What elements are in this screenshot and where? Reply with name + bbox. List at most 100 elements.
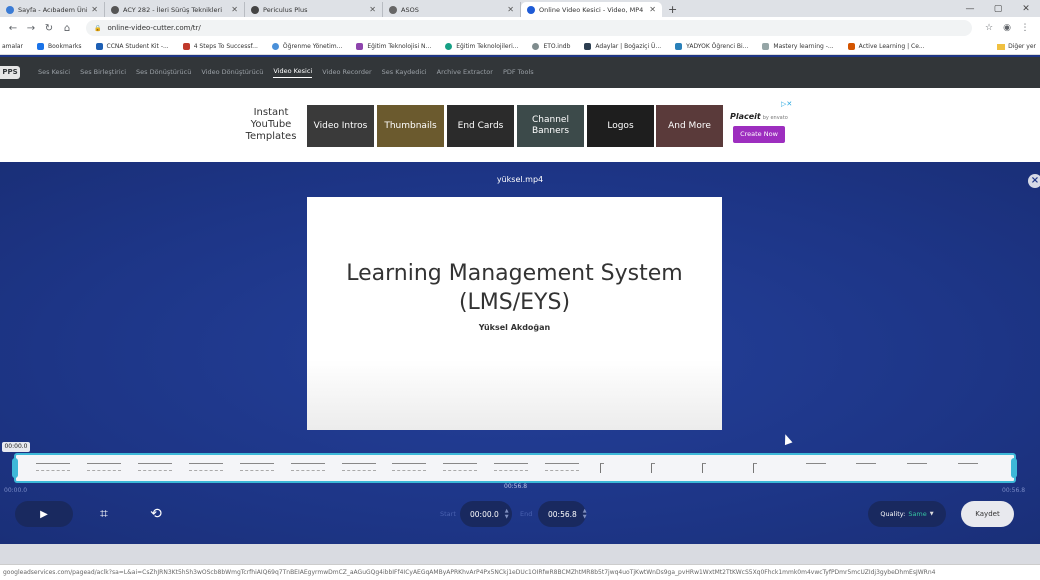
back-icon[interactable]: ← [6, 23, 20, 34]
trim-start-handle[interactable] [12, 458, 18, 478]
timeline-frame [342, 463, 376, 471]
url-text: online-video-cutter.com/tr/ [107, 24, 201, 32]
stepper-icon[interactable]: ▲ ▼ [505, 508, 509, 520]
nav-video-recorder[interactable]: Video Recorder [322, 68, 371, 78]
url-input[interactable]: 🔒 online-video-cutter.com/tr/ [86, 20, 972, 36]
page-icon [584, 43, 592, 50]
tab-close-icon[interactable]: ✕ [91, 5, 98, 14]
cisco-icon [95, 43, 103, 50]
maximize-icon[interactable]: ▢ [984, 4, 1012, 14]
reload-icon[interactable]: ↻ [42, 23, 56, 34]
ad-tile[interactable]: Logos [587, 105, 654, 147]
site-nav: PPS Ses Kesici Ses Birleştirici Ses Dönü… [0, 57, 1040, 88]
bookmark-item[interactable]: 4 Steps To Successf... [182, 43, 258, 50]
home-icon[interactable]: ⌂ [60, 23, 74, 34]
bookmark-item[interactable]: Bookmarks [37, 43, 82, 50]
slide-title-line: Learning Management System [346, 261, 683, 286]
browser-tab[interactable]: Sayfa - Acıbadem Üniversite ✕ [0, 2, 105, 17]
timeline[interactable] [14, 453, 1016, 483]
nav-archive-extractor[interactable]: Archive Extractor [437, 68, 493, 78]
forward-icon[interactable]: → [24, 23, 38, 34]
nav-pdf-tools[interactable]: PDF Tools [503, 68, 534, 78]
trim-end-handle[interactable] [1011, 458, 1017, 478]
crop-button[interactable]: ⌗ [83, 501, 125, 527]
timeline-frame [138, 463, 172, 471]
browser-tab-active[interactable]: Online Video Kesici - Video, MP4 ✕ [521, 2, 662, 17]
start-label: Start [440, 510, 456, 518]
ad-tile[interactable]: End Cards [447, 105, 514, 147]
tab-title: Periculus Plus [263, 5, 308, 14]
ad-tile[interactable]: Channel Banners [517, 105, 584, 147]
tab-close-icon[interactable]: ✕ [507, 5, 514, 14]
end-time-input[interactable]: 00:56.8 ▲ ▼ [538, 501, 587, 527]
nav-audio-joiner[interactable]: Ses Birleştirici [80, 68, 126, 78]
close-icon[interactable]: × [1028, 174, 1040, 188]
browser-tab[interactable]: ASOS ✕ [383, 2, 521, 17]
rotate-button[interactable]: ⟲ [135, 501, 177, 527]
save-button[interactable]: Kaydet [961, 501, 1014, 527]
quality-select[interactable]: Quality: Same ▼ [868, 501, 946, 527]
slide-author: Yüksel Akdoğan [478, 323, 551, 332]
ad-tile[interactable]: Thumbnails [377, 105, 444, 147]
address-bar: ← → ↻ ⌂ 🔒 online-video-cutter.com/tr/ ☆ … [0, 17, 1040, 39]
nav-video-converter[interactable]: Video Dönüştürücü [201, 68, 263, 78]
play-button[interactable]: ▶ [15, 501, 73, 527]
bookmark-item[interactable]: Eğitim Teknolojisi N... [356, 43, 431, 50]
timeline-frame [291, 463, 325, 471]
timeline-frame [907, 463, 927, 471]
timeline-start-time: 00:00.0 [4, 487, 28, 494]
page-footer-area [0, 544, 1040, 564]
minimize-icon[interactable]: — [956, 4, 984, 14]
menu-icon[interactable]: ⋮ [1016, 23, 1034, 33]
bookmarks-bar: amalar Bookmarks CCNA Student Kit -... 4… [0, 39, 1040, 55]
tab-close-icon[interactable]: ✕ [231, 5, 238, 14]
ad-tile[interactable]: Video Intros [307, 105, 374, 147]
bookmark-star-icon[interactable]: ☆ [980, 23, 998, 33]
bookmark-item[interactable]: ETO.indb [532, 43, 570, 50]
video-preview[interactable]: Learning Management System (LMS/EYS) Yük… [307, 197, 722, 430]
stepper-icon[interactable]: ▲ ▼ [583, 508, 587, 520]
globe-icon [532, 43, 540, 50]
ad-title-line: Templates [245, 131, 297, 142]
bookmark-label: CCNA Student Kit -... [106, 43, 169, 50]
ad-create-now-button[interactable]: Create Now [733, 126, 785, 143]
nav-voice-recorder[interactable]: Ses Kaydedici [382, 68, 427, 78]
bookmark-item[interactable]: Active Learning | Ce... [847, 43, 925, 50]
tab-title: ACY 282 - İleri Sürüş Teknikleri [123, 5, 223, 14]
ad-tile[interactable]: And More [656, 105, 723, 147]
timeline-frame [36, 463, 70, 471]
play-icon: ▶ [40, 508, 48, 520]
new-tab-icon[interactable]: + [662, 2, 683, 17]
bookmark-item[interactable]: Adaylar | Boğaziçi Ü... [584, 43, 661, 50]
tab-favicon-icon [251, 5, 259, 14]
tab-title: ASOS [401, 5, 419, 14]
end-label: End [520, 510, 533, 518]
browser-tab[interactable]: Periculus Plus ✕ [245, 2, 383, 17]
bookmark-item[interactable]: CCNA Student Kit -... [95, 43, 169, 50]
bookmark-label: Eğitim Teknolojileri... [456, 43, 519, 50]
nav-audio-converter[interactable]: Ses Dönüştürücü [136, 68, 191, 78]
end-time-value: 00:56.8 [548, 509, 577, 519]
bookmark-item[interactable]: Mastery learning -... [762, 43, 834, 50]
browser-tab[interactable]: ACY 282 - İleri Sürüş Teknikleri ✕ [105, 2, 245, 17]
bookmark-item[interactable]: YADYOK Öğrenci Bi... [675, 43, 748, 50]
nav-video-cutter[interactable]: Video Kesici [273, 67, 313, 78]
bookmark-item[interactable]: Eğitim Teknolojileri... [445, 43, 518, 50]
page-icon [675, 43, 683, 50]
bookmark-item[interactable]: amalar [2, 43, 23, 50]
bookmark-label: Eğitim Teknolojisi N... [367, 43, 432, 50]
other-bookmarks[interactable]: Diğer yer [997, 43, 1040, 50]
site-logo[interactable]: PPS [0, 66, 20, 79]
nav-audio-cutter[interactable]: Ses Kesici [38, 68, 70, 78]
current-time-marker: 00:00.0 [2, 442, 30, 452]
close-window-icon[interactable]: ✕ [1012, 4, 1040, 14]
start-time-input[interactable]: 00:00.0 ▲ ▼ [460, 501, 512, 527]
start-time-value: 00:00.0 [470, 509, 499, 519]
tab-close-icon[interactable]: ✕ [369, 5, 376, 14]
ad-banner[interactable]: Instant YouTube Templates Video Intros T… [0, 88, 1040, 162]
bookmark-item[interactable]: Öğrenme Yönetim... [271, 43, 342, 50]
tab-favicon-icon [111, 5, 119, 14]
tab-close-icon[interactable]: ✕ [649, 5, 656, 14]
ad-choices-icon[interactable]: ▷✕ [781, 100, 792, 108]
extension-icon[interactable]: ◉ [998, 23, 1016, 33]
